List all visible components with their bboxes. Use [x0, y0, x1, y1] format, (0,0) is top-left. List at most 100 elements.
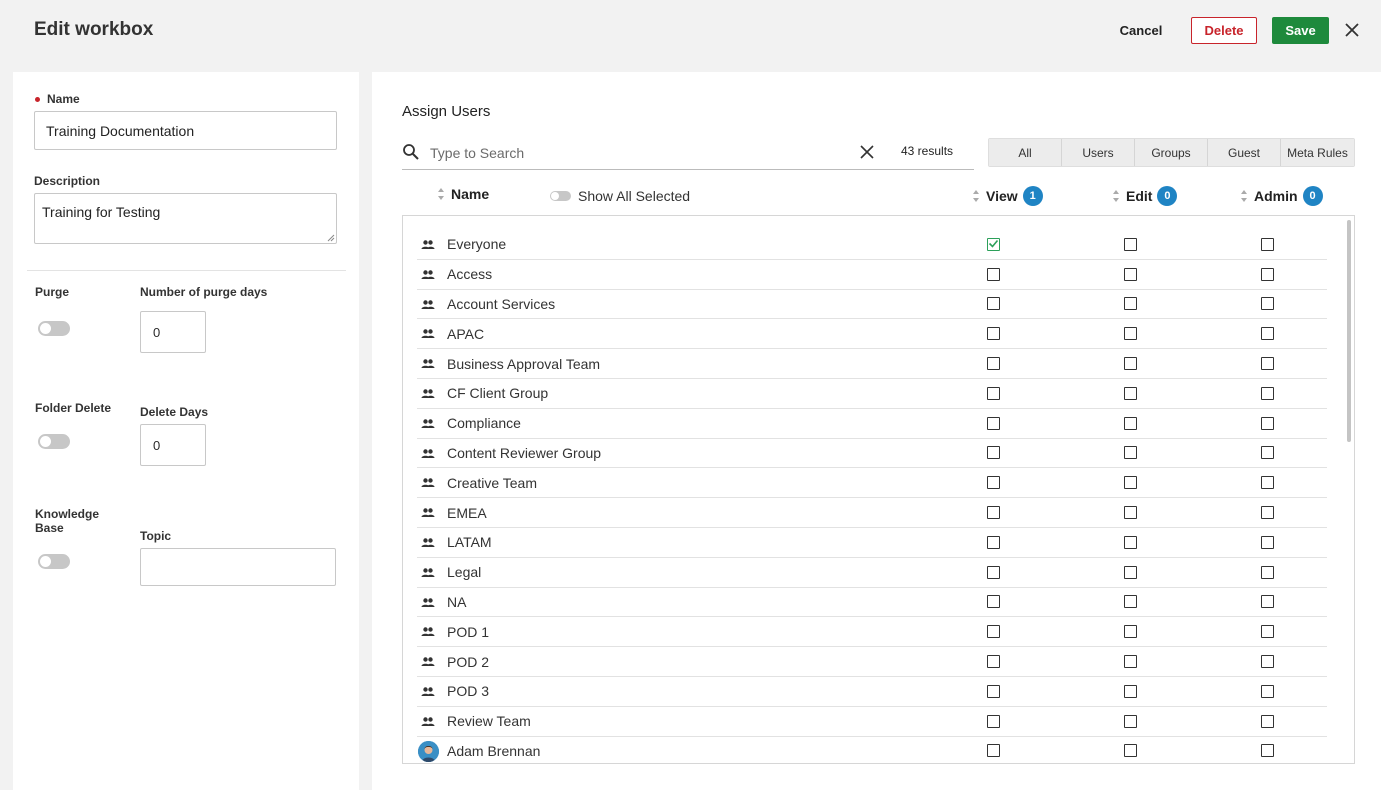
edit-checkbox[interactable]: [1124, 625, 1137, 639]
view-checkbox[interactable]: [987, 714, 1000, 728]
admin-checkbox[interactable]: [1261, 327, 1274, 341]
edit-checkbox[interactable]: [1124, 684, 1137, 698]
filter-all[interactable]: All: [989, 139, 1062, 166]
knowledge-base-toggle[interactable]: [38, 554, 70, 569]
view-checkbox[interactable]: [987, 237, 1000, 251]
row-name: Review Team: [447, 713, 531, 730]
view-checkbox[interactable]: [987, 565, 1000, 579]
admin-checkbox[interactable]: [1261, 655, 1274, 669]
column-edit-label: Edit: [1126, 188, 1153, 204]
view-checkbox[interactable]: [987, 386, 1000, 400]
edit-checkbox[interactable]: [1124, 297, 1137, 311]
search-bar: [402, 138, 974, 170]
admin-checkbox[interactable]: [1261, 357, 1274, 371]
view-checkbox[interactable]: [987, 416, 1000, 430]
knowledge-base-label: Knowledge Base: [35, 507, 100, 535]
group-icon: [421, 357, 435, 371]
edit-checkbox[interactable]: [1124, 416, 1137, 430]
admin-checkbox[interactable]: [1261, 714, 1274, 728]
table-row: Creative Team: [417, 468, 1327, 499]
row-name: Adam Brennan: [447, 742, 541, 759]
admin-checkbox[interactable]: [1261, 535, 1274, 549]
admin-checkbox[interactable]: [1261, 267, 1274, 281]
admin-checkbox[interactable]: [1261, 625, 1274, 639]
filter-groups[interactable]: Groups: [1135, 139, 1208, 166]
admin-checkbox[interactable]: [1261, 744, 1274, 758]
edit-checkbox[interactable]: [1124, 535, 1137, 549]
column-header-name[interactable]: Name: [437, 186, 489, 202]
delete-days-field[interactable]: 0: [140, 424, 206, 466]
description-label: Description: [34, 174, 101, 188]
group-icon: [421, 387, 435, 401]
delete-button[interactable]: Delete: [1191, 17, 1257, 44]
admin-checkbox[interactable]: [1261, 684, 1274, 698]
admin-checkbox[interactable]: [1261, 386, 1274, 400]
column-header-edit[interactable]: Edit 0: [1112, 186, 1178, 206]
description-field[interactable]: Training for Testing: [34, 193, 337, 244]
show-all-selected-toggle[interactable]: [550, 191, 571, 201]
show-all-selected[interactable]: Show All Selected: [550, 188, 690, 204]
purge-toggle[interactable]: [38, 321, 70, 336]
admin-checkbox[interactable]: [1261, 297, 1274, 311]
view-checkbox[interactable]: [987, 684, 1000, 698]
topic-field[interactable]: [140, 548, 336, 586]
close-icon[interactable]: [1342, 20, 1362, 40]
sort-icon: [438, 188, 444, 200]
folder-delete-toggle[interactable]: [38, 434, 70, 449]
view-checkbox[interactable]: [987, 476, 1000, 490]
edit-checkbox[interactable]: [1124, 327, 1137, 341]
view-checkbox[interactable]: [987, 297, 1000, 311]
clear-search-icon[interactable]: [858, 143, 876, 161]
view-checkbox[interactable]: [987, 655, 1000, 669]
edit-checkbox[interactable]: [1124, 655, 1137, 669]
admin-checkbox[interactable]: [1261, 476, 1274, 490]
edit-checkbox[interactable]: [1124, 744, 1137, 758]
admin-checkbox[interactable]: [1261, 506, 1274, 520]
view-checkbox[interactable]: [987, 744, 1000, 758]
row-name: POD 1: [447, 623, 490, 640]
scrollbar[interactable]: [1347, 220, 1351, 442]
view-checkbox[interactable]: [987, 595, 1000, 609]
view-checkbox[interactable]: [987, 327, 1000, 341]
group-icon: [421, 238, 435, 252]
edit-checkbox[interactable]: [1124, 476, 1137, 490]
group-icon: [421, 327, 435, 341]
admin-checkbox[interactable]: [1261, 416, 1274, 430]
filter-meta-rules[interactable]: Meta Rules: [1281, 139, 1354, 166]
edit-checkbox[interactable]: [1124, 446, 1137, 460]
view-checkbox[interactable]: [987, 535, 1000, 549]
row-name: POD 3: [447, 683, 490, 700]
table-row: APAC: [417, 319, 1327, 350]
row-name: EMEA: [447, 504, 487, 521]
name-field[interactable]: Training Documentation: [34, 111, 337, 150]
group-icon: [421, 715, 435, 729]
edit-checkbox[interactable]: [1124, 565, 1137, 579]
cancel-button[interactable]: Cancel: [1108, 17, 1174, 44]
save-button[interactable]: Save: [1272, 17, 1329, 44]
edit-checkbox[interactable]: [1124, 357, 1137, 371]
edit-checkbox[interactable]: [1124, 714, 1137, 728]
view-checkbox[interactable]: [987, 267, 1000, 281]
edit-checkbox[interactable]: [1124, 267, 1137, 281]
row-name: Account Services: [447, 295, 556, 312]
admin-checkbox[interactable]: [1261, 446, 1274, 460]
search-input[interactable]: [430, 142, 850, 164]
view-checkbox[interactable]: [987, 357, 1000, 371]
filter-guest[interactable]: Guest: [1208, 139, 1281, 166]
admin-checkbox[interactable]: [1261, 595, 1274, 609]
edit-checkbox[interactable]: [1124, 237, 1137, 251]
admin-checkbox[interactable]: [1261, 565, 1274, 579]
column-header-view[interactable]: View 1: [972, 186, 1043, 206]
edit-checkbox[interactable]: [1124, 386, 1137, 400]
resize-handle-icon[interactable]: [327, 234, 335, 242]
sort-icon: [1241, 190, 1247, 202]
edit-checkbox[interactable]: [1124, 595, 1137, 609]
purge-days-field[interactable]: 0: [140, 311, 206, 353]
view-checkbox[interactable]: [987, 506, 1000, 520]
view-checkbox[interactable]: [987, 625, 1000, 639]
view-checkbox[interactable]: [987, 446, 1000, 460]
edit-checkbox[interactable]: [1124, 506, 1137, 520]
admin-checkbox[interactable]: [1261, 237, 1274, 251]
column-header-admin[interactable]: Admin 0: [1240, 186, 1323, 206]
filter-users[interactable]: Users: [1062, 139, 1135, 166]
